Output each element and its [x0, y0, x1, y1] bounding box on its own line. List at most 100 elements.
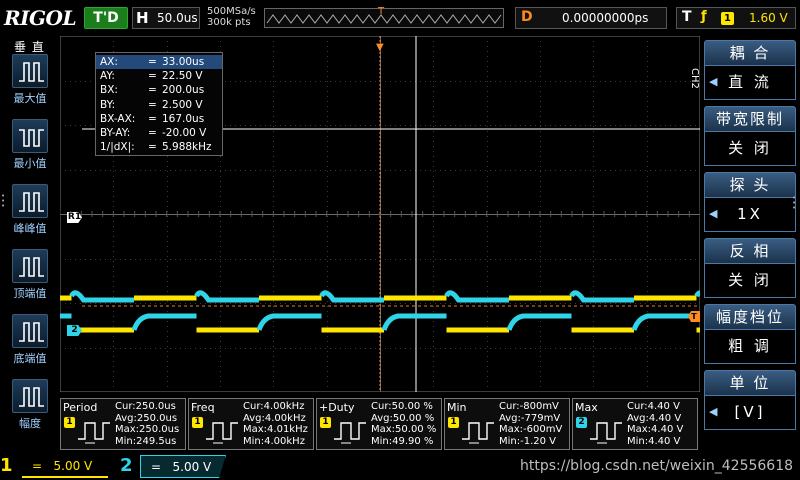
cursor-row: BX: = 200.0us	[96, 83, 222, 97]
cursor-readout-panel: AX: = 33.00us AY: = 22.50 V BX: = 200.0us BY: = 2.5…	[95, 52, 223, 156]
delay-label: D	[521, 9, 533, 25]
cursor-key: AX:	[100, 56, 118, 68]
cursor-equals: =	[148, 84, 157, 97]
measurement-max: Max:50.00 %	[371, 424, 437, 435]
measurement-item-min[interactable]: Min 1 Cur:-800mV Avg:-779mV Max:-600mV Min:-1…	[444, 398, 570, 450]
right-menu-item-value[interactable]: 关 闭	[704, 132, 796, 166]
channel-1-number: 1	[0, 455, 13, 476]
right-menu-item-1[interactable]: 带宽限制关 闭	[704, 106, 796, 168]
left-menu-item-3[interactable]: 顶端值	[6, 249, 54, 301]
measurement-type-icon	[78, 422, 110, 444]
measurement-cur: Cur:4.00kHz	[243, 401, 305, 412]
cursor-equals: =	[148, 127, 157, 139]
measurement-cur: Cur:-800mV	[499, 401, 559, 412]
measurement-avg: Avg:4.00kHz	[243, 412, 306, 424]
measurement-type-icon	[206, 422, 238, 444]
right-menu-value-text: 1X	[737, 205, 763, 223]
cursor-value: 2.500 V	[162, 98, 203, 111]
channel-1-selector[interactable]: 1 = 5.00 V	[0, 455, 110, 478]
measurement-source-badge: 1	[192, 417, 203, 428]
measurement-source-badge: 1	[448, 417, 459, 428]
left-menu-item-5[interactable]: 幅度	[6, 379, 54, 431]
right-menu-item-value[interactable]: ◀ 直 流	[704, 66, 796, 100]
channel-settings-menu: 耦 合 ◀ 直 流带宽限制关 闭探 头 ◀ 1X 反 相关 闭幅度档位粗 调单 位 ◀ [V]…	[700, 36, 800, 454]
right-menu-item-2[interactable]: 探 头 ◀ 1X	[704, 172, 796, 234]
trigger-label: T	[682, 9, 692, 25]
channel-menu-tab: CH2	[689, 68, 700, 89]
cursor-row: 1/|dX|: = 5.988kHz	[96, 140, 222, 154]
right-menu-item-title: 单 位	[704, 370, 796, 396]
left-menu-item-4[interactable]: 底端值	[6, 314, 54, 366]
cursor-key: BX:	[100, 84, 118, 97]
cursor-key: BX-AX:	[100, 112, 136, 125]
channel-2-scale: = 5.00 V	[140, 455, 226, 478]
timebase-value: 50.0us	[157, 11, 198, 25]
right-menu-item-title: 耦 合	[704, 40, 796, 66]
measurement-name: +Duty	[319, 401, 355, 414]
measurement-item-duty[interactable]: +Duty 1 Cur:50.00 % Avg:50.00 % Max:50.00 % M…	[316, 398, 442, 450]
right-menu-item-0[interactable]: 耦 合 ◀ 直 流	[704, 40, 796, 102]
left-menu-item-2[interactable]: 峰峰值	[6, 184, 54, 236]
cursor-key: BY-AY:	[100, 127, 131, 139]
cursor-equals: =	[148, 56, 157, 68]
measurement-item-max[interactable]: Max 2 Cur:4.40 V Avg:4.40 V Max:4.40 V Min:4.…	[572, 398, 698, 450]
knob-arrow-icon: ◀	[709, 75, 721, 88]
trigger-time-marker: ▼	[376, 42, 384, 53]
right-menu-item-3[interactable]: 反 相关 闭	[704, 238, 796, 300]
right-menu-item-5[interactable]: 单 位 ◀ [V]	[704, 370, 796, 432]
base-value-icon-glyph	[19, 322, 44, 342]
right-menu-value-text: [V]	[734, 403, 766, 421]
measurement-min: Min:49.90 %	[371, 435, 434, 447]
measurement-cur: Cur:250.0us	[115, 401, 176, 412]
measurement-item-freq[interactable]: Freq 1 Cur:4.00kHz Avg:4.00kHz Max:4.01kHz Mi…	[188, 398, 314, 450]
channel-2-number: 2	[120, 455, 133, 476]
measurement-source-badge: 2	[576, 417, 587, 428]
left-menu-item-label: 幅度	[19, 417, 41, 430]
max-value-icon-glyph	[19, 62, 44, 82]
left-menu-item-0[interactable]: 最大值	[6, 54, 54, 106]
measurement-type-icon	[590, 422, 622, 444]
channel-2-selector[interactable]: 2 = 5.00 V	[112, 455, 230, 478]
measurement-min: Min:4.40 V	[627, 435, 681, 447]
channel-2-scale-value: 5.00 V	[172, 460, 212, 474]
right-menu-item-title: 探 头	[704, 172, 796, 198]
measurement-name: Max	[575, 401, 598, 414]
cursor-value: -20.00 V	[162, 127, 207, 139]
measurement-stats: Cur:4.40 V Avg:4.40 V Max:4.40 V Min:4.40 V	[627, 401, 683, 447]
rising-edge-icon: ƒ	[701, 9, 707, 24]
right-menu-item-value[interactable]: ◀ 1X	[704, 198, 796, 232]
knob-arrow-icon: ◀	[709, 207, 721, 220]
right-menu-item-value[interactable]: ◀ [V]	[704, 396, 796, 430]
min-value-icon	[12, 119, 48, 153]
channel-1-scale: = 5.00 V	[22, 455, 108, 478]
left-menu-item-1[interactable]: 最小值	[6, 119, 54, 171]
measurement-stats: Cur:4.00kHz Avg:4.00kHz Max:4.01kHz Min:4.0…	[243, 401, 308, 447]
measurement-name: Freq	[191, 401, 215, 414]
memory-depth: 300k pts	[207, 17, 251, 28]
cursor-value: 5.988kHz	[162, 141, 212, 154]
measurement-bar: Period 1 Cur:250.0us Avg:250.0us Max:250.0us…	[60, 398, 700, 450]
delay-value: 0.00000000ps	[562, 11, 649, 25]
brand-logo: RIGOL	[4, 6, 77, 30]
measurement-max: Max:250.0us	[115, 424, 180, 435]
right-menu-item-title: 幅度档位	[704, 304, 796, 330]
measurement-max: Max:-600mV	[499, 424, 563, 435]
trigger-source-badge: 1	[721, 12, 734, 25]
horizontal-delay-display[interactable]: D 0.00000000ps	[515, 7, 667, 29]
trigger-settings-display[interactable]: T ƒ 1 1.60 V	[676, 7, 796, 29]
measurement-item-period[interactable]: Period 1 Cur:250.0us Avg:250.0us Max:250.0us…	[60, 398, 186, 450]
right-menu-item-4[interactable]: 幅度档位粗 调	[704, 304, 796, 366]
right-menu-item-value[interactable]: 粗 调	[704, 330, 796, 364]
amplitude-icon	[12, 379, 48, 413]
cursor-value: 33.00us	[162, 56, 205, 68]
timebase-label: H	[136, 9, 149, 27]
right-menu-item-title: 带宽限制	[704, 106, 796, 132]
measurement-min: Min:4.00kHz	[243, 435, 305, 447]
measurement-cur: Cur:50.00 %	[371, 401, 433, 412]
timebase-display[interactable]: H 50.0us	[132, 7, 200, 29]
cursor-row: BY: = 2.500 V	[96, 98, 222, 112]
right-menu-scroll-dots: • • •	[792, 194, 797, 212]
peak-to-peak-icon	[12, 184, 48, 218]
measurement-avg: Avg:-779mV	[499, 412, 561, 424]
right-menu-item-value[interactable]: 关 闭	[704, 264, 796, 298]
